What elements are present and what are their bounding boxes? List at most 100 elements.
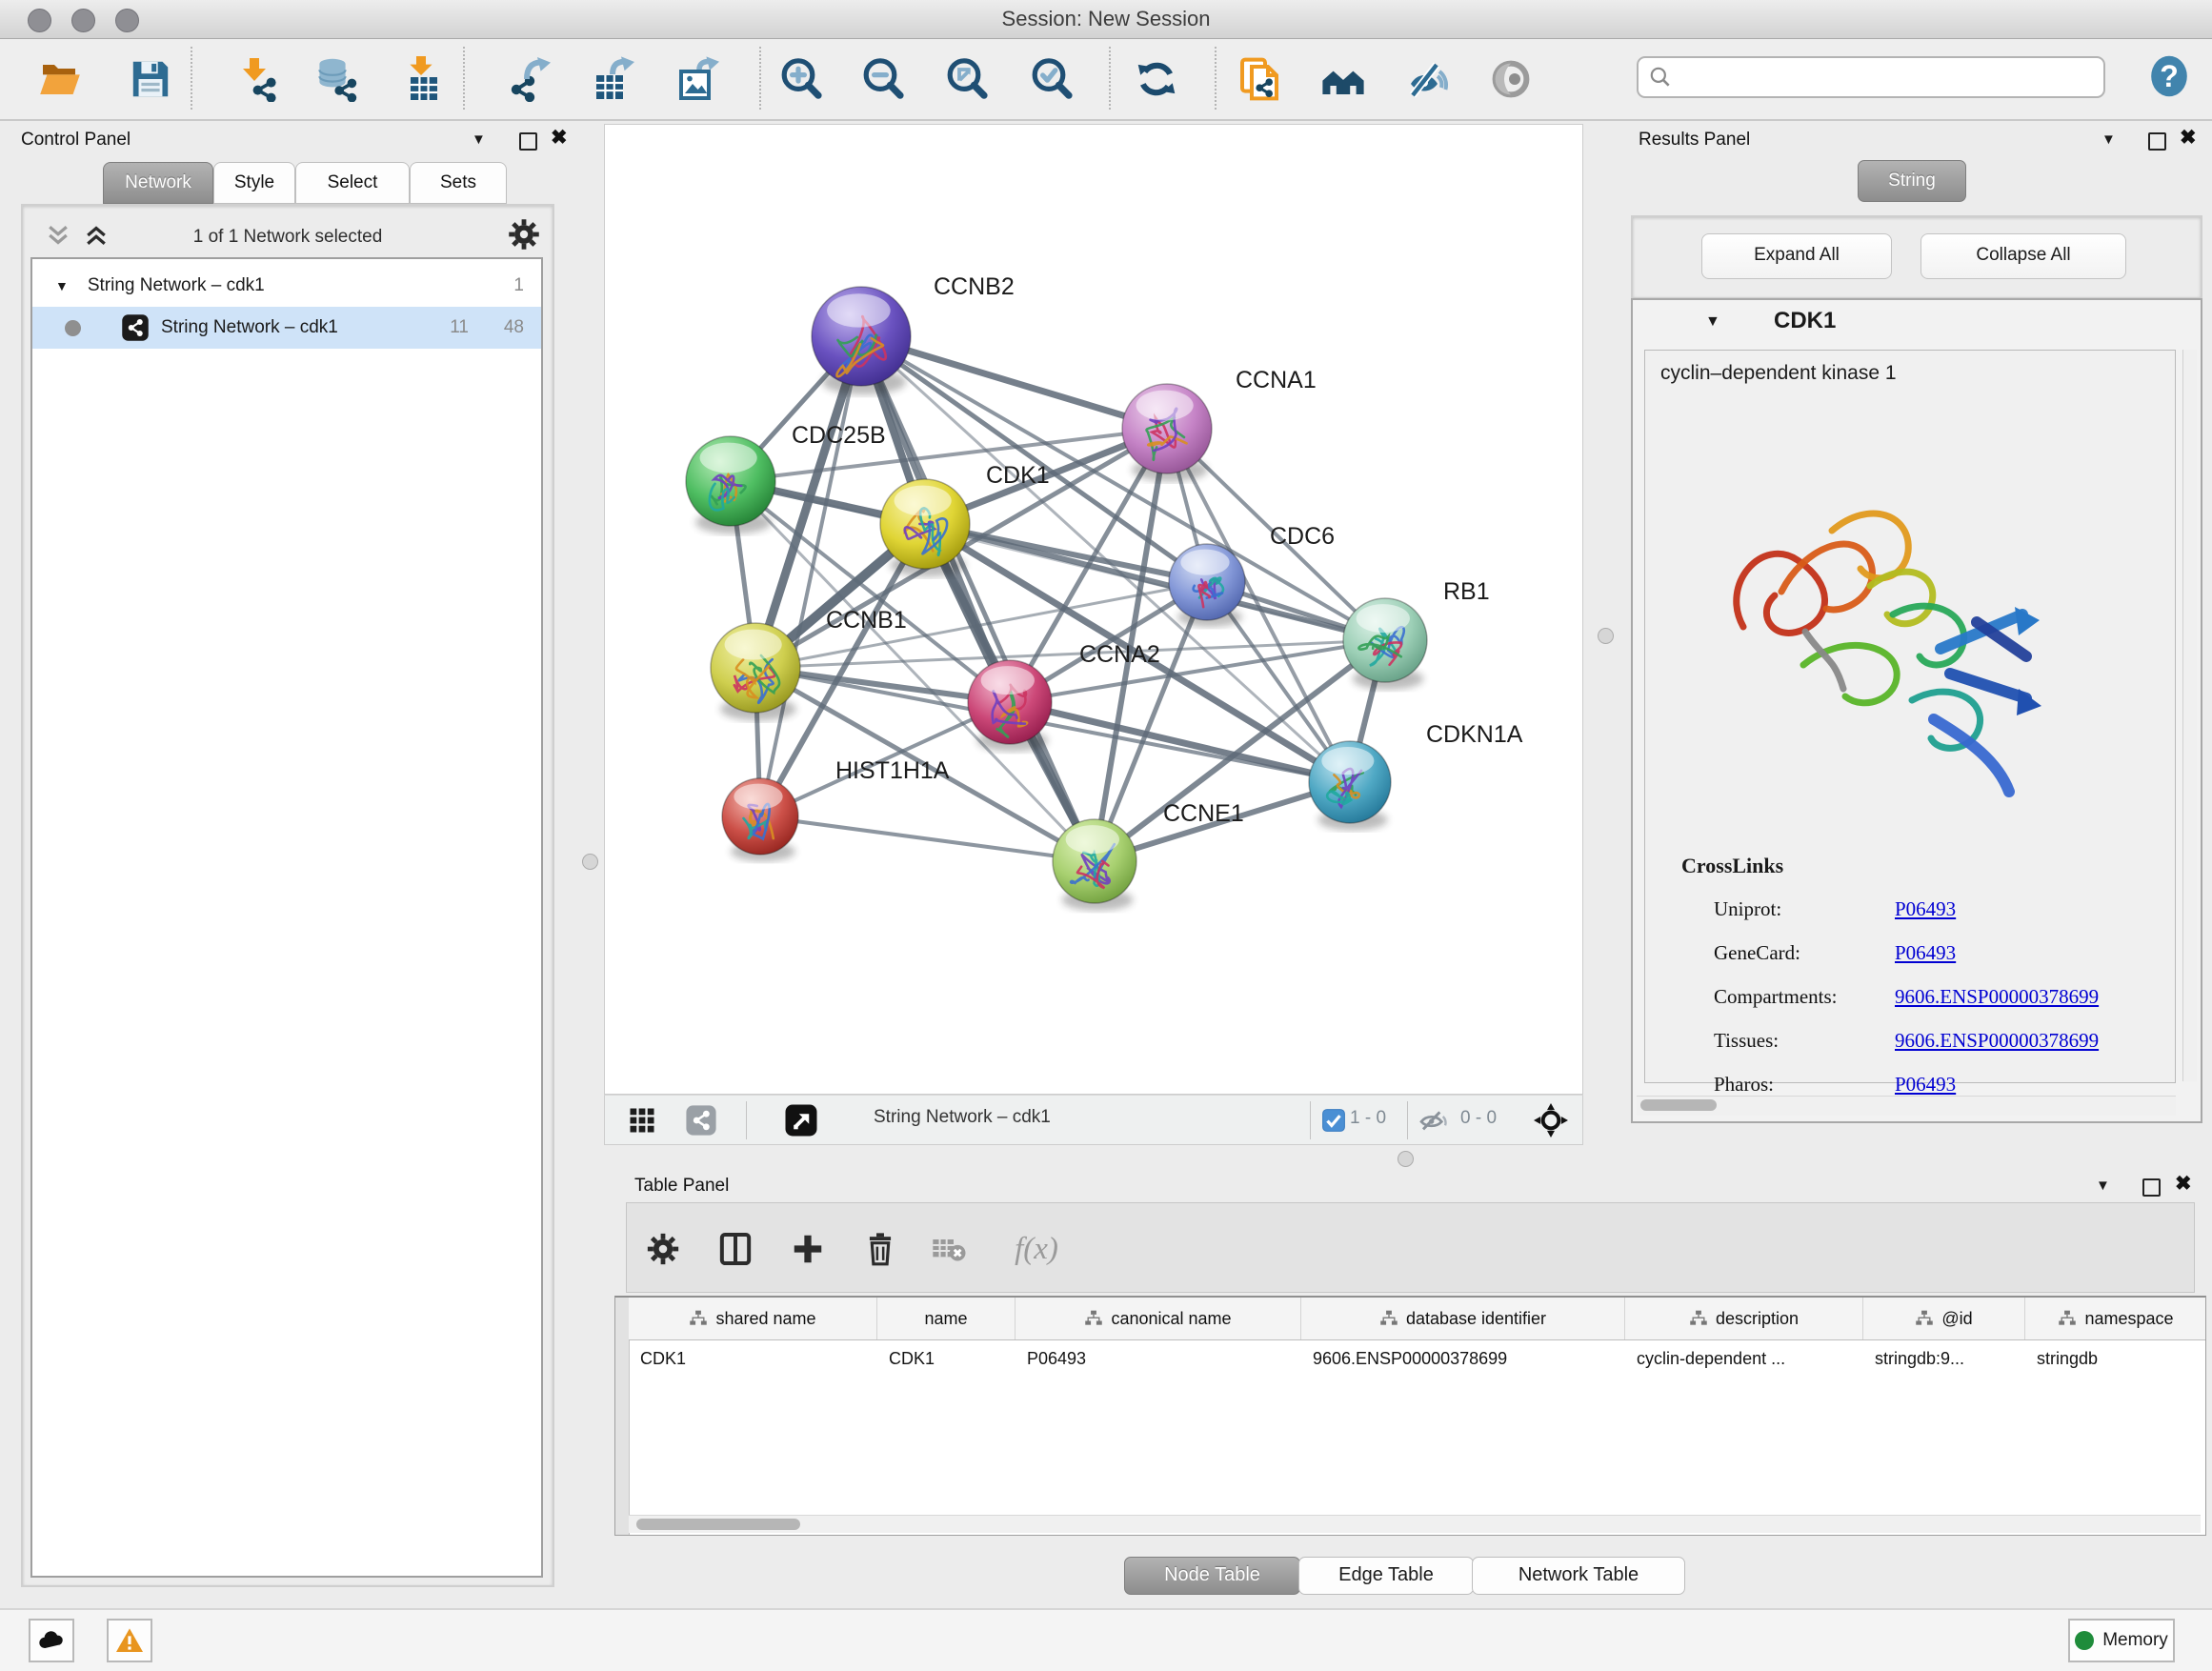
table-cell[interactable]: cyclin-dependent ... — [1625, 1339, 1863, 1378]
collapse-all-button[interactable]: Collapse All — [1920, 233, 2126, 279]
tab-style[interactable]: Style — [213, 162, 295, 204]
import-network-from-file-icon[interactable] — [235, 55, 281, 103]
tab-network-table[interactable]: Network Table — [1472, 1557, 1685, 1595]
export-network-icon[interactable] — [508, 55, 553, 103]
tab-select[interactable]: Select — [295, 162, 410, 204]
network-node-CCNB2[interactable] — [812, 287, 911, 394]
network-node-RB1[interactable] — [1343, 598, 1427, 690]
column-header-database-identifier[interactable]: database identifier — [1301, 1298, 1625, 1339]
float-panel-icon[interactable]: ▼ — [2101, 131, 2116, 148]
network-edge-CCNB2-HIST1H1A[interactable] — [760, 336, 861, 816]
tab-string[interactable]: String — [1858, 160, 1966, 202]
column-header-canonical-name[interactable]: canonical name — [1016, 1298, 1301, 1339]
column-header--id[interactable]: @id — [1863, 1298, 2025, 1339]
network-node-CCNA2[interactable] — [968, 660, 1052, 752]
import-table-from-file-icon[interactable] — [401, 55, 447, 103]
warnings-button[interactable] — [107, 1619, 152, 1662]
network-edge-CCNA2-CDKN1A[interactable] — [1010, 702, 1350, 782]
zoom-in-icon[interactable] — [778, 55, 824, 103]
column-header-description[interactable]: description — [1625, 1298, 1863, 1339]
network-graph[interactable]: CCNB2CCNA1CDC25BCDK1CDC6RB1CCNB1CCNA2CDK… — [605, 125, 1582, 1094]
share-network-icon[interactable] — [681, 1101, 721, 1139]
zoom-selected-icon[interactable] — [1029, 55, 1075, 103]
show-graphics-details-icon[interactable] — [1489, 55, 1535, 103]
network-view-canvas[interactable]: CCNB2CCNA1CDC25BCDK1CDC6RB1CCNB1CCNA2CDK… — [604, 124, 1583, 1095]
birdseye-grid-icon[interactable] — [622, 1101, 662, 1139]
refresh-icon[interactable] — [1134, 55, 1179, 103]
toolbar-separator — [746, 1101, 747, 1139]
table-cell[interactable]: stringdb:9... — [1863, 1339, 2025, 1378]
network-node-CDK1[interactable] — [880, 479, 970, 576]
crosslink-link[interactable]: P06493 — [1895, 1073, 1956, 1097]
network-node-CDKN1A[interactable] — [1309, 741, 1391, 831]
table-settings-gear-icon[interactable] — [638, 1224, 688, 1274]
network-node-label-CDC6: CDC6 — [1270, 523, 1335, 550]
tree-expand-icon[interactable]: ▼ — [55, 278, 69, 293]
add-icon[interactable] — [783, 1224, 833, 1274]
zoom-fit-icon[interactable] — [944, 55, 990, 103]
crosslink-link[interactable]: 9606.ENSP00000378699 — [1895, 1029, 2099, 1053]
zoom-out-icon[interactable] — [860, 55, 906, 103]
tab-network[interactable]: Network — [103, 162, 213, 204]
right-splitter-grip[interactable] — [1598, 628, 1614, 644]
close-panel-icon[interactable]: ✖ — [2175, 1172, 2192, 1196]
table-horizontal-scrollbar[interactable] — [629, 1515, 2201, 1533]
network-node-HIST1H1A[interactable] — [722, 778, 798, 861]
open-in-new-icon[interactable] — [781, 1101, 821, 1139]
undock-panel-icon[interactable] — [2142, 1178, 2161, 1201]
export-table-icon[interactable] — [592, 55, 637, 103]
float-panel-icon[interactable]: ▼ — [472, 131, 486, 148]
first-neighbors-icon[interactable] — [1320, 55, 1366, 103]
table-cell[interactable]: CDK1 — [629, 1339, 877, 1378]
undock-panel-icon[interactable] — [519, 132, 537, 155]
expand-all-button[interactable]: Expand All — [1701, 233, 1892, 279]
crosslink-link[interactable]: 9606.ENSP00000378699 — [1895, 985, 2099, 1009]
network-node-CCNB1[interactable] — [711, 623, 800, 720]
help-icon[interactable]: ? — [2146, 52, 2192, 100]
table-cell[interactable]: stringdb — [2025, 1339, 2206, 1378]
tab-node-table[interactable]: Node Table — [1124, 1557, 1300, 1595]
network-collection-row[interactable]: ▼ String Network – cdk1 1 — [32, 265, 541, 307]
column-header-shared-name[interactable]: shared name — [629, 1298, 877, 1339]
delete-icon[interactable] — [855, 1224, 905, 1274]
tab-edge-table[interactable]: Edge Table — [1298, 1557, 1474, 1595]
network-node-CCNE1[interactable] — [1053, 819, 1136, 911]
undock-panel-icon[interactable] — [2148, 132, 2166, 155]
selected-checkbox-icon[interactable] — [1314, 1101, 1354, 1139]
float-panel-icon[interactable]: ▼ — [2096, 1178, 2110, 1194]
new-network-from-selection-icon[interactable] — [1237, 55, 1283, 103]
network-row-selected[interactable]: String Network – cdk1 11 48 — [32, 307, 541, 349]
table-cell[interactable]: CDK1 — [877, 1339, 1016, 1378]
hide-graphics-details-icon[interactable] — [1406, 55, 1452, 103]
search-input[interactable] — [1673, 66, 2103, 89]
cloud-button[interactable] — [29, 1619, 74, 1662]
table-cell[interactable]: 9606.ENSP00000378699 — [1301, 1339, 1625, 1378]
left-splitter-grip[interactable] — [582, 854, 598, 870]
column-header-name[interactable]: name — [877, 1298, 1016, 1339]
crosslink-link[interactable]: P06493 — [1895, 941, 1956, 965]
network-options-gear-icon[interactable] — [507, 217, 541, 256]
horizontal-splitter-grip[interactable] — [1398, 1151, 1414, 1167]
network-node-CDC25B[interactable] — [686, 436, 775, 534]
import-network-from-database-icon[interactable] — [315, 55, 361, 103]
protein-ribbon-image — [1691, 470, 2062, 836]
show-columns-icon[interactable] — [711, 1224, 760, 1274]
table-cell[interactable]: P06493 — [1016, 1339, 1301, 1378]
save-session-icon[interactable] — [128, 55, 173, 103]
open-session-icon[interactable] — [37, 55, 83, 103]
network-edge-HIST1H1A-CCNE1[interactable] — [760, 816, 1095, 861]
column-header-namespace[interactable]: namespace — [2025, 1298, 2206, 1339]
results-vertical-scrollbar[interactable] — [2182, 350, 2197, 1081]
memory-button[interactable]: Memory — [2068, 1619, 2175, 1662]
export-image-icon[interactable] — [676, 55, 722, 103]
collapse-entry-icon[interactable]: ▼ — [1705, 313, 1720, 331]
close-panel-icon[interactable]: ✖ — [2180, 126, 2197, 150]
table-row[interactable]: CDK1CDK1P064939606.ENSP00000378699cyclin… — [629, 1339, 2206, 1378]
crosslink-link[interactable]: P06493 — [1895, 897, 1956, 921]
close-panel-icon[interactable]: ✖ — [551, 126, 568, 150]
network-node-CDC6[interactable] — [1169, 544, 1245, 627]
results-horizontal-scrollbar[interactable] — [1637, 1096, 2176, 1116]
network-node-CCNA1[interactable] — [1122, 384, 1212, 481]
crosshair-icon[interactable] — [1531, 1101, 1571, 1139]
tab-sets[interactable]: Sets — [410, 162, 507, 204]
